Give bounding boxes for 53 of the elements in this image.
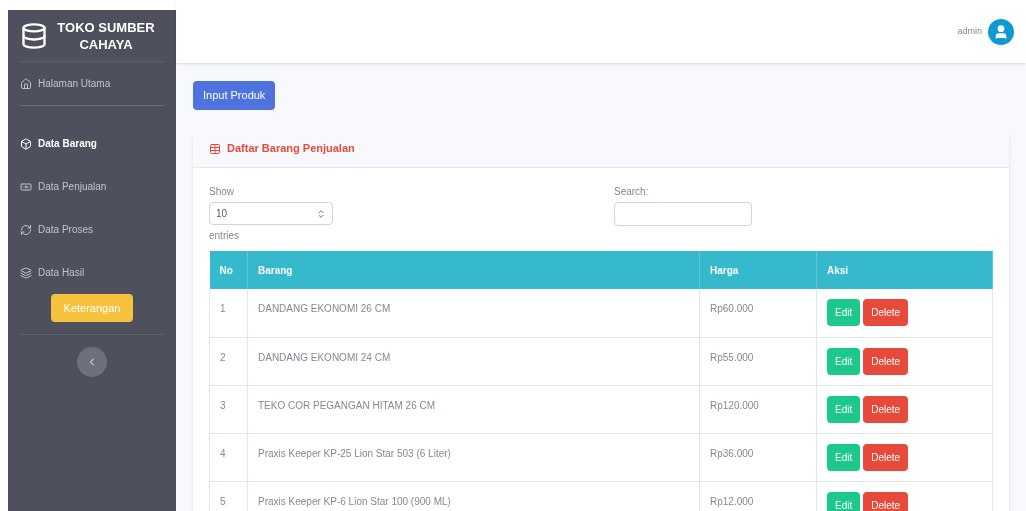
edit-button[interactable]: Edit: [827, 443, 861, 471]
sidebar-item[interactable]: Data Barang: [20, 122, 164, 165]
select-arrows-icon: [316, 208, 326, 219]
user-name: admin: [957, 24, 982, 38]
table-cell: 1: [209, 289, 248, 337]
table-cell: 5: [209, 481, 248, 511]
column-header: No: [209, 251, 248, 289]
edit-button[interactable]: Edit: [827, 299, 861, 326]
user-avatar-icon[interactable]: [988, 18, 1014, 45]
table-cell: Rp12.000: [699, 481, 817, 511]
delete-button[interactable]: Delete: [863, 395, 909, 423]
table-cell: Rp120.000: [699, 385, 817, 433]
edit-button[interactable]: Edit: [827, 491, 861, 511]
home-icon: [20, 77, 32, 90]
layers-icon: [20, 266, 32, 279]
sidebar-item[interactable]: Data Proses: [20, 208, 164, 251]
entries-select[interactable]: 10: [209, 202, 333, 225]
sidebar-item[interactable]: Halaman Utama: [20, 62, 164, 105]
table-cell: DANDANG EKONOMI 24 CM: [247, 337, 700, 385]
table-cell: Praxis Keeper KP-25 Lion Star 503 (6 Liter): [247, 433, 700, 481]
card-title: Daftar Barang Penjualan: [227, 141, 355, 157]
table-cell: TEKO COR PEGANGAN HITAM 26 CM: [247, 385, 700, 433]
column-header: Harga: [699, 251, 817, 289]
sidebar-item[interactable]: Data Penjualan: [20, 165, 164, 208]
column-header: Barang: [247, 251, 700, 289]
edit-button[interactable]: Edit: [827, 395, 861, 423]
table-cell: 4: [209, 433, 248, 481]
table-cell: Rp60.000: [699, 289, 817, 337]
search-field[interactable]: [614, 202, 752, 226]
refresh-icon: [20, 223, 32, 236]
show-label: Show: [209, 185, 235, 199]
entries-label: entries: [209, 229, 240, 243]
table-icon: [209, 142, 221, 155]
box-icon: [20, 137, 32, 150]
banknote-icon: [20, 180, 32, 193]
delete-button[interactable]: Delete: [863, 299, 909, 326]
input-product-button[interactable]: Input Produk: [193, 81, 276, 110]
table-cell: Rp36.000: [699, 433, 817, 481]
sidebar-toggle-button[interactable]: [77, 347, 107, 377]
table-cell: DANDANG EKONOMI 26 CM: [247, 289, 700, 337]
delete-button[interactable]: Delete: [863, 347, 909, 375]
column-header: Aksi: [816, 251, 993, 289]
table-cell: Praxis Keeper KP-6 Lion Star 100 (900 ML): [247, 481, 700, 511]
sidebar-item[interactable]: Data Hasil: [20, 251, 164, 294]
brand-title: TOKO SUMBER CAHAYA: [56, 18, 156, 53]
table-cell: Rp55.000: [699, 337, 817, 385]
database-icon: [20, 21, 48, 50]
edit-button[interactable]: Edit: [827, 347, 861, 375]
delete-button[interactable]: Delete: [863, 491, 909, 511]
delete-button[interactable]: Delete: [863, 443, 909, 471]
search-label: Search:: [614, 185, 650, 199]
table-cell: 2: [209, 337, 248, 385]
table-cell: 3: [209, 385, 248, 433]
